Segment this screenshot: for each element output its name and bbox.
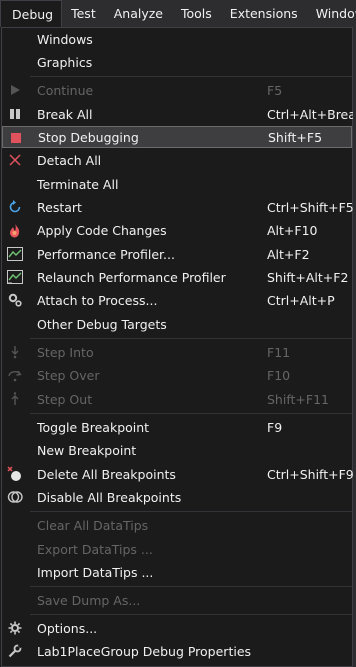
menubar-test[interactable]: Test [62,0,105,27]
menu-item-import-datatips[interactable]: Import DataTips ... [2,561,352,583]
menu-item-shortcut: F11 [267,344,291,360]
menu-item-label: Import DataTips ... [37,564,154,580]
performance-chart-icon [7,246,23,262]
menu-item-label: Detach All [37,152,102,168]
menu-item-shortcut: Alt+F10 [267,222,318,238]
menu-item-shortcut: Shift+Alt+F2 [267,269,349,285]
menu-item-step-into[interactable]: Step Into F11 [2,341,352,363]
menu-item-toggle-breakpoint[interactable]: Toggle Breakpoint F9 [2,416,352,438]
restart-icon [7,199,23,215]
menu-item-label: Step Out [37,391,93,407]
menu-item-shortcut: Ctrl+Alt+P [267,292,335,308]
debug-menu-dropdown: Windows Graphics Continue F5 Break All C… [1,27,356,667]
menu-item-shortcut: Ctrl+Alt+Break [267,106,356,122]
menu-item-label: Windows [37,31,93,47]
menubar-tools[interactable]: Tools [172,0,221,27]
menu-bar: Debug Test Analyze Tools Extensions Wind… [0,0,356,27]
menu-item-shortcut: Ctrl+Shift+F5 [267,199,354,215]
separator [30,511,352,512]
menu-item-export-datatips[interactable]: Export DataTips ... [2,538,352,560]
menu-item-debug-properties[interactable]: Lab1PlaceGroup Debug Properties [2,640,352,662]
stop-icon [8,130,24,146]
menu-item-windows[interactable]: Windows [2,28,352,50]
menu-item-graphics[interactable]: Graphics [2,51,352,73]
menu-item-performance-profiler[interactable]: Performance Profiler... Alt+F2 [2,243,352,265]
hot-reload-flame-icon [7,222,23,238]
menu-item-terminate-all[interactable]: Terminate All [2,173,352,195]
menu-item-label: Continue [37,82,94,98]
menu-item-label: Toggle Breakpoint [37,419,150,435]
menu-item-step-over[interactable]: Step Over F10 [2,364,352,386]
menu-item-label: Export DataTips ... [37,541,153,557]
step-into-icon [7,344,23,360]
menu-item-disable-all-breakpoints[interactable]: Disable All Breakpoints [2,486,352,508]
menu-item-label: Clear All DataTips [37,517,149,533]
play-icon [7,82,23,98]
close-icon [7,152,23,168]
pause-icon [7,106,23,122]
menu-item-other-debug-targets[interactable]: Other Debug Targets [2,313,352,335]
menu-item-label: Apply Code Changes [37,222,167,238]
menu-item-clear-all-datatips[interactable]: Clear All DataTips [2,514,352,536]
disable-breakpoints-icon [7,489,23,505]
separator [30,338,352,339]
separator [30,586,352,587]
menubar-extensions[interactable]: Extensions [221,0,307,27]
menubar-debug[interactable]: Debug [0,0,63,27]
separator [30,614,352,615]
menubar-analyze[interactable]: Analyze [105,0,172,27]
step-out-icon [7,391,23,407]
gear-icon [7,620,23,636]
wrench-icon [7,643,23,659]
menu-item-label: Break All [37,106,93,122]
menu-item-shortcut: Ctrl+Shift+F9 [267,466,354,482]
menu-item-label: Relaunch Performance Profiler [37,269,226,285]
menubar-window[interactable]: Window [307,0,356,27]
separator [30,76,352,77]
gears-icon [7,292,23,308]
menu-item-apply-code-changes[interactable]: Apply Code Changes Alt+F10 [2,219,352,241]
menu-item-step-out[interactable]: Step Out Shift+F11 [2,388,352,410]
menu-item-label: New Breakpoint [37,442,137,458]
menu-item-restart[interactable]: Restart Ctrl+Shift+F5 [2,196,354,218]
menu-item-break-all[interactable]: Break All Ctrl+Alt+Break [2,103,356,125]
menu-item-relaunch-performance-profiler[interactable]: Relaunch Performance Profiler Shift+Alt+… [2,266,352,288]
menu-item-attach-to-process[interactable]: Attach to Process... Ctrl+Alt+P [2,289,352,311]
menu-item-shortcut: F9 [267,419,283,435]
menu-item-new-breakpoint[interactable]: New Breakpoint [2,439,352,461]
menu-item-shortcut: Alt+F2 [267,246,310,262]
menu-item-label: Other Debug Targets [37,316,167,332]
menu-item-detach-all[interactable]: Detach All [2,149,352,171]
menu-item-shortcut: F5 [267,82,283,98]
menu-item-label: Restart [37,199,82,215]
menu-item-label: Step Into [37,344,94,360]
menu-item-label: Lab1PlaceGroup Debug Properties [37,643,252,659]
menu-item-label: Performance Profiler... [37,246,175,262]
menu-item-continue[interactable]: Continue F5 [2,79,352,101]
menu-item-label: Terminate All [37,176,119,192]
step-over-icon [7,367,23,383]
separator [30,413,352,414]
menu-item-label: Step Over [37,367,100,383]
menu-item-stop-debugging[interactable]: Stop Debugging Shift+F5 [2,126,352,148]
menu-item-label: Attach to Process... [37,292,158,308]
menu-item-shortcut: Shift+F5 [268,129,323,145]
menu-item-shortcut: F10 [267,367,291,383]
menu-item-label: Delete All Breakpoints [37,466,176,482]
menu-item-options[interactable]: Options... [2,617,352,639]
delete-breakpoints-icon [7,466,23,482]
menu-item-label: Options... [37,620,98,636]
menu-item-label: Stop Debugging [38,129,139,145]
menu-item-delete-all-breakpoints[interactable]: Delete All Breakpoints Ctrl+Shift+F9 [2,463,354,485]
relaunch-profiler-icon [7,269,23,285]
menu-item-label: Disable All Breakpoints [37,489,182,505]
menu-item-label: Graphics [37,54,93,70]
menu-item-shortcut: Shift+F11 [267,391,329,407]
menu-item-save-dump-as[interactable]: Save Dump As... [2,589,352,611]
menu-item-label: Save Dump As... [37,592,141,608]
